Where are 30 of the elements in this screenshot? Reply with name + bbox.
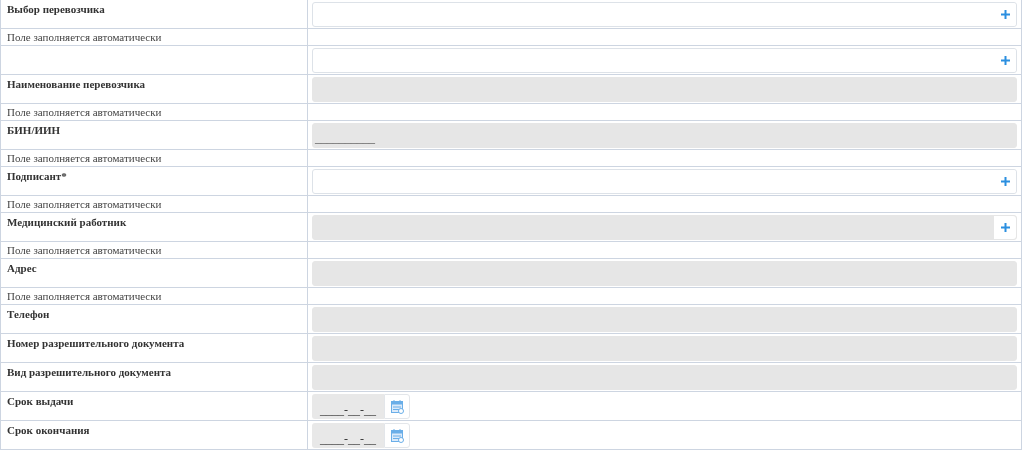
field-hint: Поле заполняется автоматически <box>7 105 163 120</box>
field-label: БИН/ИИН <box>7 123 62 137</box>
field-label: Срок выдачи <box>7 394 75 408</box>
input-field[interactable] <box>312 2 1017 27</box>
date-field[interactable]: ____-__-__ <box>312 394 384 419</box>
field-label: Срок окончания <box>7 423 91 437</box>
calendar-icon <box>390 399 404 414</box>
field-label: Адрес <box>7 261 38 275</box>
field-hint: Поле заполняется автоматически <box>7 289 163 304</box>
plus-icon <box>1000 223 1010 232</box>
field-hint: Поле заполняется автоматически <box>7 151 163 166</box>
field-label: Наименование перевозчика <box>7 77 147 91</box>
field-label: Телефон <box>7 307 51 321</box>
field-hint: Поле заполняется автоматически <box>7 30 163 45</box>
field-label: Выбор перевозчика <box>7 2 106 16</box>
input-field[interactable] <box>312 48 1017 73</box>
plus-icon <box>1000 177 1010 186</box>
field-label: Медицинский работник <box>7 215 128 229</box>
date-field[interactable]: ____-__-__ <box>312 423 384 448</box>
field-hint: Поле заполняется автоматически <box>7 197 163 212</box>
calendar-button[interactable] <box>384 394 410 419</box>
field-label: Подписант* <box>7 169 68 183</box>
field-label: Номер разрешительного документа <box>7 336 186 350</box>
field-label: Вид разрешительного документа <box>7 365 173 379</box>
calendar-icon <box>390 428 404 443</box>
input-field[interactable] <box>312 169 1017 194</box>
calendar-button[interactable] <box>384 423 410 448</box>
plus-icon <box>1000 56 1010 65</box>
field-hint: Поле заполняется автоматически <box>7 243 163 258</box>
plus-icon <box>1000 10 1010 19</box>
